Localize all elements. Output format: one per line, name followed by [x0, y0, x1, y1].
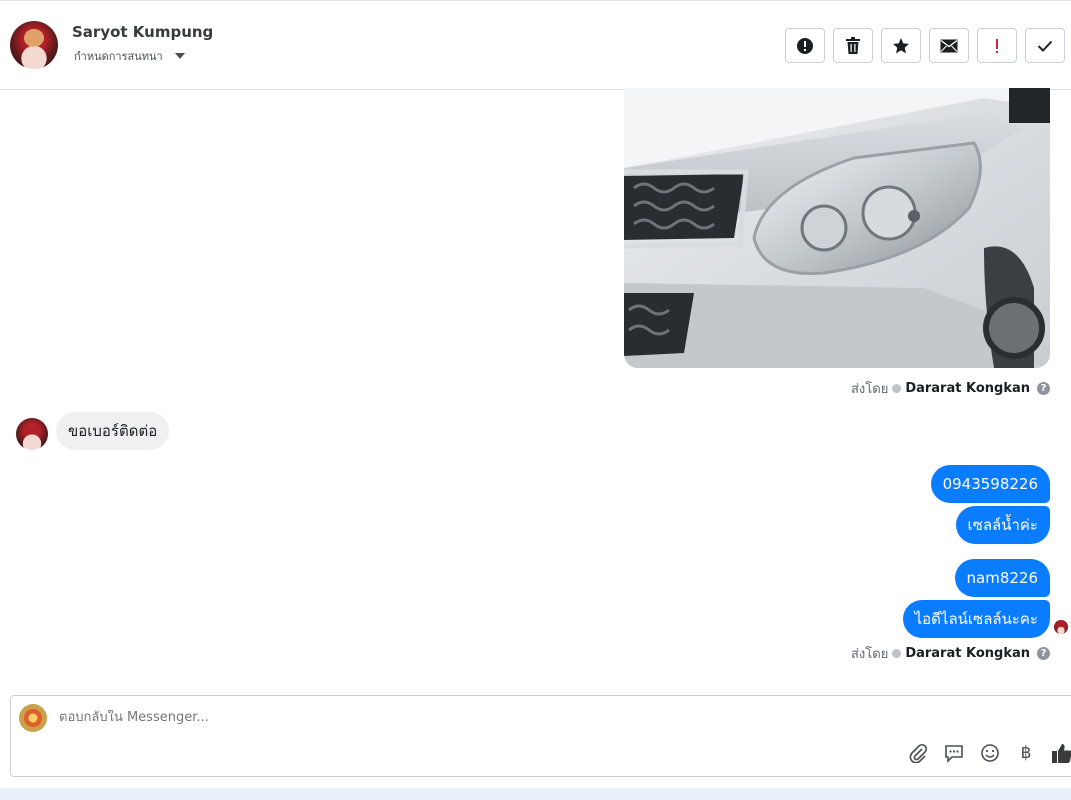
conversation-toolbar: [785, 28, 1065, 63]
sent-by-prefix: ส่งโดย: [850, 382, 889, 397]
help-icon[interactable]: ?: [1037, 647, 1050, 660]
envelope-icon: [940, 39, 958, 52]
attach-button[interactable]: [907, 742, 929, 764]
car-photo-image: [624, 88, 1050, 368]
caret-down-icon: [174, 53, 185, 59]
emoji-button[interactable]: [979, 742, 1001, 764]
car-photo-attachment[interactable]: [624, 88, 1050, 368]
sent-by-line: ส่งโดย Dararat Kongkan ?: [851, 378, 1050, 399]
verified-check-icon: [892, 384, 902, 393]
conversation-setting-label: กำหนดการสนทนา: [74, 50, 163, 63]
checkmark-icon: [1037, 40, 1053, 52]
delete-button[interactable]: [833, 28, 873, 63]
mark-done-button[interactable]: [1025, 28, 1065, 63]
seen-by-avatar: [1054, 620, 1068, 634]
messenger-conversation: Saryot Kumpung กำหนดการสนทนา ส่งโดย Dara…: [0, 0, 1071, 800]
outgoing-message-bubble[interactable]: nam8226: [954, 559, 1050, 597]
star-button[interactable]: [881, 28, 921, 63]
help-icon[interactable]: ?: [1037, 382, 1050, 395]
spam-button[interactable]: [785, 28, 825, 63]
conversation-header: Saryot Kumpung กำหนดการสนทนา: [0, 0, 1071, 90]
reply-composer: ฿: [10, 695, 1071, 777]
sender-name[interactable]: Dararat Kongkan: [905, 646, 1030, 661]
outgoing-message-bubble[interactable]: ไอดีไลน์เซลล์นะคะ: [902, 600, 1050, 638]
page-avatar: [19, 704, 47, 732]
thumbs-up-icon: [1052, 744, 1071, 763]
exclamation-icon: [996, 38, 998, 53]
sent-by-line: ส่งโดย Dararat Kongkan ?: [851, 643, 1050, 664]
verified-check-icon: [892, 649, 902, 658]
reply-input[interactable]: [59, 710, 859, 725]
saved-reply-button[interactable]: [943, 742, 965, 764]
contact-avatar-small[interactable]: [16, 418, 48, 450]
follow-up-button[interactable]: [977, 28, 1017, 63]
paperclip-icon: [909, 743, 928, 763]
contact-name[interactable]: Saryot Kumpung: [72, 23, 213, 41]
outgoing-message-bubble[interactable]: เซลล์น้ำค่ะ: [955, 506, 1050, 544]
emoji-icon: [981, 744, 999, 762]
sent-by-prefix: ส่งโดย: [850, 647, 889, 662]
like-button[interactable]: [1051, 742, 1071, 764]
incoming-message-bubble[interactable]: ขอเบอร์ติดต่อ: [56, 412, 170, 450]
outgoing-message-bubble[interactable]: 0943598226: [930, 465, 1050, 503]
conversation-setting-dropdown[interactable]: กำหนดการสนทนา: [74, 47, 185, 65]
composer-toolbar: ฿: [907, 742, 1071, 764]
baht-icon: ฿: [1020, 743, 1032, 763]
alert-circle-icon: [797, 37, 813, 54]
payment-button[interactable]: ฿: [1015, 742, 1037, 764]
star-icon: [893, 37, 909, 53]
contact-avatar[interactable]: [10, 21, 58, 69]
mark-unread-button[interactable]: [929, 28, 969, 63]
bottom-strip: [0, 788, 1071, 800]
saved-reply-icon: [945, 745, 963, 763]
trash-icon: [846, 36, 860, 54]
sender-name[interactable]: Dararat Kongkan: [905, 381, 1030, 396]
